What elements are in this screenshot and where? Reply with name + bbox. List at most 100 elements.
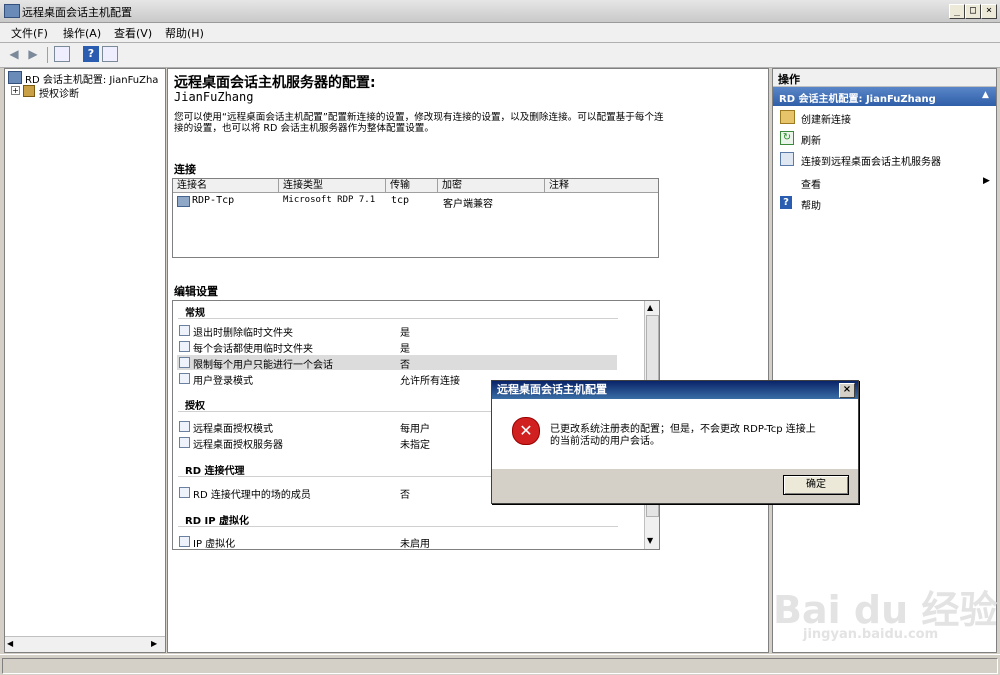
action-connect-server[interactable]: 连接到远程桌面会话主机服务器 — [801, 153, 941, 168]
tree-horizontal-scrollbar[interactable]: ◀ ▶ — [5, 636, 165, 652]
column-header-transport[interactable]: 传输 — [386, 179, 438, 193]
help-icon[interactable]: ? — [83, 46, 99, 62]
setting-icon — [179, 421, 190, 432]
column-header-comment[interactable]: 注释 — [545, 179, 658, 193]
setting-label[interactable]: 远程桌面授权服务器 — [193, 436, 283, 451]
setting-icon — [179, 487, 190, 498]
connection-icon — [177, 196, 190, 207]
setting-value: 未启用 — [400, 539, 430, 550]
center-pane: 远程桌面会话主机服务器的配置: JianFuZhang 您可以使用“远程桌面会话… — [167, 68, 769, 653]
setting-icon — [179, 357, 190, 368]
setting-icon — [179, 341, 190, 352]
column-header-name[interactable]: 连接名 — [173, 179, 279, 193]
cell-transport: tcp — [391, 195, 410, 206]
action-pane-icon[interactable] — [102, 46, 118, 62]
minimize-button[interactable]: _ — [949, 4, 965, 19]
cell-type: Microsoft RDP 7.1 — [283, 195, 376, 205]
toolbar-divider — [47, 47, 48, 63]
action-help[interactable]: 帮助 — [801, 197, 821, 212]
status-panel — [2, 658, 998, 674]
section-ip-virtualization: RD IP 虚拟化 — [185, 516, 250, 527]
error-icon: ✕ — [512, 417, 540, 445]
forward-icon[interactable]: ▶ — [25, 46, 41, 62]
setting-value: 是 — [400, 328, 410, 339]
setting-label[interactable]: 限制每个用户只能进行一个会话 — [193, 356, 333, 371]
title-bar: 远程桌面会话主机配置 _ □ × — [0, 0, 1000, 23]
menu-file[interactable]: 文件(F) — [8, 25, 51, 41]
server-icon — [8, 71, 22, 84]
connect-server-icon — [780, 152, 794, 166]
tree-root[interactable]: RD 会话主机配置: JianFuZha — [25, 71, 158, 86]
dialog-title-bar: 远程桌面会话主机配置 × — [492, 381, 858, 399]
watermark-url: jingyan.baidu.com — [803, 627, 939, 642]
section-general: 常规 — [185, 308, 205, 319]
actions-header-bar: 操作 — [773, 69, 996, 87]
menu-bar: 文件(F) 操作(A) 查看(V) 帮助(H) — [0, 23, 1000, 43]
server-name: JianFuZhang — [174, 90, 254, 104]
setting-label[interactable]: 每个会话都使用临时文件夹 — [193, 340, 313, 355]
divider — [178, 526, 618, 527]
back-icon[interactable]: ◀ — [6, 46, 22, 62]
toolbar: ◀ ▶ ? — [0, 43, 1000, 68]
ok-button[interactable]: 确定 — [783, 475, 849, 495]
setting-icon — [179, 437, 190, 448]
setting-label[interactable]: 用户登录模式 — [193, 372, 253, 387]
scroll-down-icon[interactable]: ▼ — [647, 536, 653, 545]
setting-value: 是 — [400, 344, 410, 355]
actions-header: 操作 — [778, 73, 800, 86]
actions-subheader: RD 会话主机配置: JianFuZhang — [779, 94, 936, 105]
watermark-brand: Bai du 经验 — [773, 588, 998, 632]
edit-settings-label: 编辑设置 — [174, 285, 218, 298]
actions-subheader-bar[interactable]: RD 会话主机配置: JianFuZhang ▲ — [773, 87, 996, 106]
action-create-connection[interactable]: 创建新连接 — [801, 111, 851, 126]
page-title: 远程桌面会话主机服务器的配置: — [174, 75, 376, 91]
setting-icon — [179, 325, 190, 336]
setting-value: 允许所有连接 — [400, 376, 460, 387]
dialog-body: ✕ 已更改系统注册表的配置；但是，不会更改 RDP-Tcp 连接上 的当前活动的… — [492, 399, 858, 469]
column-header-encryption[interactable]: 加密 — [438, 179, 545, 193]
setting-label[interactable]: 退出时删除临时文件夹 — [193, 324, 293, 339]
tree-pane: RD 会话主机配置: JianFuZha + 授权诊断 ◀ ▶ — [4, 68, 166, 653]
window-title: 远程桌面会话主机配置 — [22, 6, 132, 19]
setting-value: 未指定 — [400, 440, 430, 451]
console-tree-icon[interactable] — [54, 46, 70, 62]
action-refresh[interactable]: 刷新 — [801, 132, 821, 147]
setting-value: 否 — [400, 490, 410, 501]
setting-value: 每用户 — [400, 424, 430, 435]
scroll-up-icon[interactable]: ▲ — [647, 303, 653, 312]
menu-help[interactable]: 帮助(H) — [162, 25, 207, 41]
submenu-arrow-icon: ▶ — [983, 176, 990, 186]
expand-icon[interactable]: + — [11, 86, 20, 95]
dialog-close-button[interactable]: × — [839, 383, 855, 398]
message-dialog: 远程桌面会话主机配置 × ✕ 已更改系统注册表的配置；但是，不会更改 RDP-T… — [491, 380, 859, 504]
menu-view[interactable]: 查看(V) — [111, 25, 155, 41]
app-icon — [4, 4, 20, 18]
setting-label[interactable]: IP 虚拟化 — [193, 535, 235, 550]
column-header-type[interactable]: 连接类型 — [279, 179, 386, 193]
menu-action[interactable]: 操作(A) — [60, 25, 104, 41]
maximize-button[interactable]: □ — [965, 4, 981, 19]
new-connection-icon — [780, 110, 795, 124]
dialog-title: 远程桌面会话主机配置 — [497, 383, 607, 396]
close-button[interactable]: × — [981, 4, 997, 19]
cell-name: RDP-Tcp — [192, 195, 235, 206]
action-view[interactable]: 查看 — [801, 176, 821, 191]
collapse-icon[interactable]: ▲ — [982, 90, 989, 100]
setting-value: 否 — [400, 360, 410, 371]
setting-icon — [179, 536, 190, 547]
tree-licensing-diagnosis[interactable]: 授权诊断 — [39, 85, 79, 100]
table-row[interactable]: RDP-Tcp Microsoft RDP 7.1 tcp 客户端兼容 — [173, 194, 658, 210]
help-icon: ? — [780, 196, 792, 209]
section-licensing: 授权 — [185, 401, 205, 412]
scroll-right-icon[interactable]: ▶ — [151, 639, 161, 649]
diagnostics-icon — [23, 85, 35, 97]
actions-pane: 操作 RD 会话主机配置: JianFuZhang ▲ 创建新连接 ↻ 刷新 连… — [772, 68, 997, 653]
dialog-message-line-2: 的当前活动的用户会话。 — [550, 436, 660, 447]
section-broker: RD 连接代理 — [185, 466, 245, 477]
scroll-left-icon[interactable]: ◀ — [7, 639, 17, 649]
setting-label[interactable]: 远程桌面授权模式 — [193, 420, 273, 435]
status-bar — [0, 654, 1000, 675]
connections-table: 连接名 连接类型 传输 加密 注释 RDP-Tcp Microsoft RDP … — [172, 178, 659, 258]
setting-label[interactable]: RD 连接代理中的场的成员 — [193, 486, 311, 501]
divider — [178, 318, 618, 319]
